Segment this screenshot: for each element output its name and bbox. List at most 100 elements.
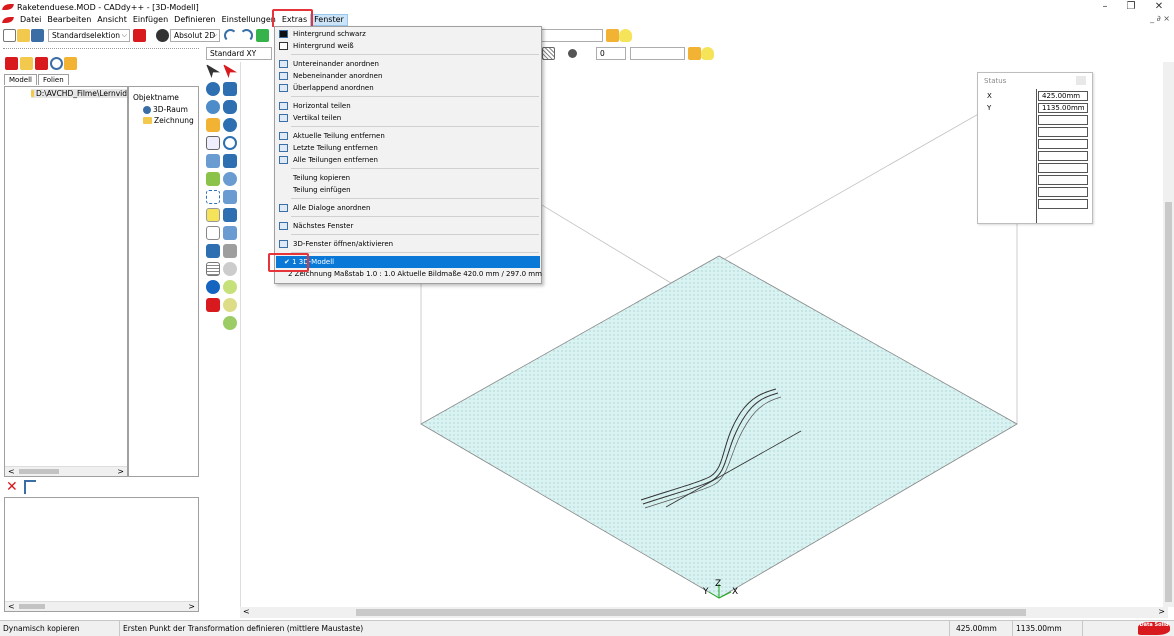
torus-tool-icon[interactable] [223,136,237,150]
toolbar-field[interactable] [540,29,603,42]
menu-item-bg-white[interactable]: Hintergrund weiß [276,40,540,52]
menu-item-paste-split[interactable]: Teilung einfügen [276,184,540,196]
cylinder-tool-icon[interactable] [223,100,237,114]
menu-item-remove-all-splits[interactable]: Alle Teilungen entfernen [276,154,540,166]
hatch-tool-icon[interactable] [206,262,220,276]
delete-x-icon[interactable]: ✕ [6,480,20,494]
object-3d-raum[interactable]: 3D-Raum [143,105,198,114]
eraser-tool-icon[interactable] [206,298,220,312]
pen-icon[interactable] [606,29,619,42]
section-tool-icon[interactable] [223,226,237,240]
pipe-tool-icon[interactable] [223,154,237,168]
menu-item-remove-last-split[interactable]: Letzte Teilung entfernen [276,142,540,154]
extrude-tool-icon[interactable] [223,208,237,222]
menu-item-remove-current-split[interactable]: Aktuelle Teilung entfernen [276,130,540,142]
tab-folien[interactable]: Folien [37,74,69,85]
delete-layer-icon[interactable] [35,57,48,70]
menu-ansicht[interactable]: Ansicht [94,14,130,26]
menu-datei[interactable]: Datei [17,14,44,26]
sweep-tool-icon[interactable] [223,190,237,204]
menu-item-arrange-dialogs[interactable]: Alle Dialoge anordnen [276,202,540,214]
scroll-thumb[interactable] [19,469,59,474]
scroll-right-icon[interactable]: > [117,467,124,476]
viewport-hscrollbar[interactable]: < > [240,607,1168,618]
select-red-arrow-icon[interactable] [223,64,237,78]
menu-item-split-vertical[interactable]: Vertikal teilen [276,112,540,124]
menu-item-split-horizontal[interactable]: Horizontal teilen [276,100,540,112]
lightbulb-icon[interactable] [619,29,632,42]
status-panel-header[interactable]: Status [978,73,1092,89]
annotate-tool-icon[interactable] [206,244,220,258]
vscroll-thumb[interactable] [1165,202,1172,602]
status-panel-close-icon[interactable] [1076,76,1086,85]
scroll-left-icon[interactable]: < [8,467,15,476]
menu-item-copy-split[interactable]: Teilung kopieren [276,172,540,184]
secondary-field[interactable] [630,47,685,60]
dimension-tool-icon[interactable] [206,136,220,150]
layer-number-field[interactable]: 0 [596,47,626,60]
view-combo[interactable]: Standard XY [206,47,272,60]
color-tool-icon[interactable] [223,316,237,330]
menu-item-tile-horizontal[interactable]: Untereinander anordnen [276,58,540,70]
save-icon[interactable] [31,29,44,42]
pen-icon-2[interactable] [688,47,701,60]
menu-einstellungen[interactable]: Einstellungen [219,14,279,26]
scroll-thumb[interactable] [19,604,45,609]
menu-einfuegen[interactable]: Einfügen [130,14,171,26]
maximize-button[interactable]: ❐ [1120,0,1142,14]
chain-tool-icon[interactable] [223,262,237,276]
sphere-solid-icon[interactable] [223,118,237,132]
pick-color-icon[interactable] [133,29,146,42]
edit-tool-icon[interactable] [206,172,220,186]
text-tool-icon[interactable] [206,226,220,240]
select-arrow-icon[interactable] [206,64,220,78]
tab-modell[interactable]: Modell [4,74,37,85]
tree-hscrollbar[interactable]: < > [5,466,127,476]
menu-bearbeiten[interactable]: Bearbeiten [44,14,94,26]
sphere-tool-icon[interactable] [206,82,220,96]
color-dot-icon[interactable] [568,49,577,58]
cube-tool-icon[interactable] [223,82,237,96]
hatch-icon[interactable] [542,47,555,60]
new-file-icon[interactable] [3,29,16,42]
rotate-view-icon[interactable] [206,100,220,114]
measure-tool-icon[interactable] [206,154,220,168]
render-tool-icon[interactable] [223,298,237,312]
bend-tool-icon[interactable] [223,172,237,186]
menu-definieren[interactable]: Definieren [171,14,218,26]
wedge-tool-icon[interactable] [223,244,237,258]
info-icon[interactable] [206,280,220,294]
snap-point-icon[interactable] [206,190,220,204]
close-button[interactable]: ✕ [1148,0,1170,14]
scroll-left-icon[interactable]: < [243,607,250,616]
status-panel[interactable]: Status X Y 425.00mm 1135.00mm [977,72,1093,224]
help-pointer-icon[interactable] [64,57,77,70]
scroll-left-icon[interactable]: < [8,602,15,611]
refresh-icon[interactable] [50,57,63,70]
menu-item-bg-black[interactable]: Hintergrund schwarz [276,28,540,40]
mdi-window-controls[interactable]: _ ∂ × [1150,14,1170,23]
undo-icon[interactable] [224,29,237,42]
arrow-up-icon[interactable] [24,480,36,494]
tree-root-row[interactable]: D:\AVCHD_Filme\Lernvid [31,89,127,98]
menu-item-open-3d-window[interactable]: 3D-Fenster öffnen/aktivieren [276,238,540,250]
minimize-button[interactable]: – [1094,0,1116,14]
info-hscrollbar[interactable]: < > [5,601,198,611]
menu-item-cascade[interactable]: Überlappend anordnen [276,82,540,94]
folder-arrow-icon[interactable] [20,57,33,70]
panel-grip[interactable] [3,48,199,52]
grid-snap-icon[interactable] [256,29,269,42]
material-tool-icon[interactable] [223,280,237,294]
scroll-right-icon[interactable]: > [188,602,195,611]
viewport-vscrollbar[interactable] [1163,62,1174,607]
redo-icon[interactable] [240,29,253,42]
draw-pencil-icon[interactable] [206,118,220,132]
menu-item-next-window[interactable]: Nächstes Fenster [276,220,540,232]
layer-icon[interactable] [5,57,18,70]
hscroll-thumb[interactable] [356,609,1026,616]
move-tool-icon[interactable] [206,208,220,222]
menu-fenster[interactable]: Fenster [310,14,348,26]
coordinate-mode-combo[interactable]: Absolut 2D ⌵ [170,29,220,42]
lightbulb-icon-2[interactable] [701,47,714,60]
ground-plane[interactable] [420,255,1018,599]
